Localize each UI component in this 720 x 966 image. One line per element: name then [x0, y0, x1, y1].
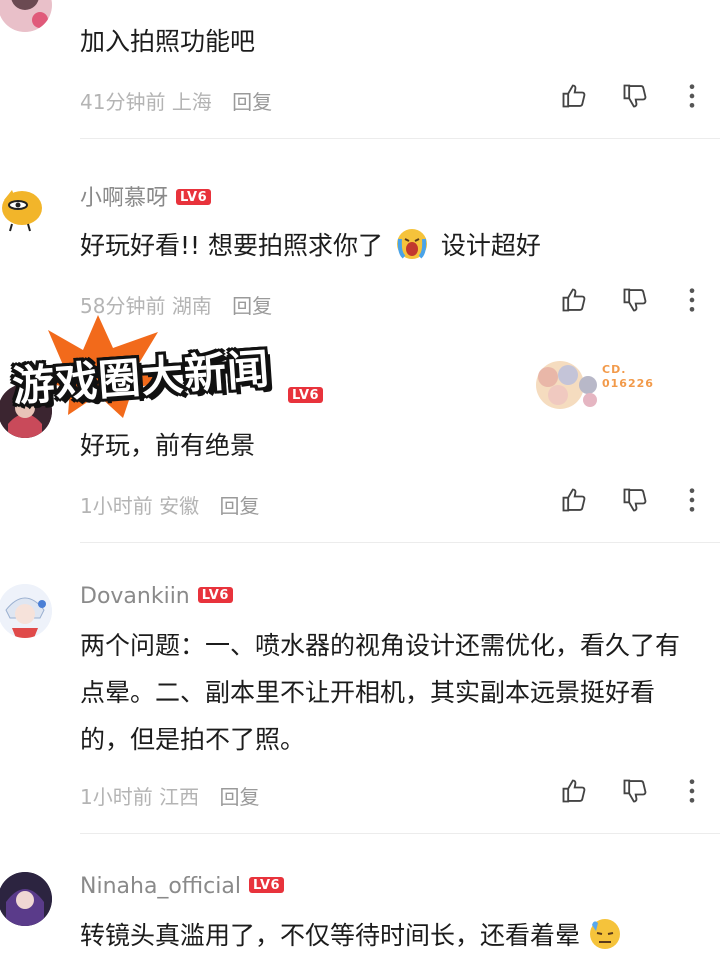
thumbs-up-icon[interactable]	[560, 82, 592, 114]
sweat-face-emoji-icon	[588, 917, 622, 951]
level-badge: LV6	[197, 587, 233, 603]
avatar[interactable]	[0, 0, 52, 32]
avatar[interactable]	[0, 584, 52, 638]
username[interactable]: Dovankiin LV6	[80, 584, 233, 609]
username-text: Dovankiin	[80, 584, 190, 609]
comment-text-part: 设计超好	[440, 231, 541, 260]
comment-text: 加入拍照功能吧	[80, 27, 256, 56]
comment-meta: 41分钟前 上海 回复	[80, 86, 272, 115]
username[interactable]: 小啊慕呀 LV6	[80, 180, 212, 212]
thumbs-down-icon[interactable]	[621, 486, 653, 518]
comment-text: 好玩，前有绝景	[80, 431, 256, 460]
more-vertical-icon[interactable]	[678, 486, 710, 518]
username[interactable]: Ninaha_official LV6	[80, 874, 285, 899]
comment-location: 江西	[159, 785, 200, 809]
comment-time: 1小时前	[80, 494, 153, 518]
reply-button[interactable]: 回复	[219, 494, 259, 518]
comment-text: 转镜头真滥用了，不仅等待时间长，还看着晕	[80, 912, 700, 959]
reply-button[interactable]: 回复	[232, 90, 272, 114]
comment-location: 上海	[171, 90, 212, 114]
comment-text: 好玩好看!! 想要拍照求你了 设计超好	[80, 222, 700, 269]
divider	[80, 138, 720, 139]
watermark-stamp: CD. 016226	[530, 355, 670, 417]
comment-location: 安徽	[159, 494, 200, 518]
comment-time: 1小时前	[80, 785, 153, 809]
watermark-stamp-code: CD. 016226	[602, 363, 654, 390]
divider	[80, 542, 720, 543]
avatar[interactable]	[0, 872, 52, 926]
reply-button[interactable]: 回复	[219, 785, 259, 809]
level-badge: LV6	[288, 387, 324, 403]
comment-time: 41分钟前	[80, 90, 166, 114]
more-vertical-icon[interactable]	[678, 777, 710, 809]
comment-meta: 1小时前 江西 回复	[80, 781, 259, 810]
more-vertical-icon[interactable]	[678, 82, 710, 114]
crying-face-emoji-icon	[395, 227, 429, 261]
divider	[80, 833, 720, 834]
comment-meta: 1小时前 安徽 回复	[80, 490, 259, 519]
more-vertical-icon[interactable]	[678, 286, 710, 318]
level-badge: LV6	[248, 877, 285, 893]
level-badge: LV6	[176, 189, 212, 205]
thumbs-up-icon[interactable]	[560, 777, 592, 809]
comment-text-part: 转镜头真滥用了，不仅等待时间长，还看着晕	[80, 921, 581, 950]
reply-button[interactable]: 回复	[232, 294, 272, 318]
username-text: 小啊慕呀	[80, 186, 169, 211]
avatar[interactable]	[0, 178, 52, 232]
thumbs-up-icon[interactable]	[560, 286, 592, 318]
thumbs-down-icon[interactable]	[621, 82, 653, 114]
username-text: Ninaha_official	[80, 874, 241, 899]
thumbs-up-icon[interactable]	[560, 486, 592, 518]
thumbs-down-icon[interactable]	[621, 777, 653, 809]
comment-text-part: 好玩好看!! 想要拍照求你了	[80, 231, 383, 260]
username[interactable]: LV6	[280, 384, 324, 409]
comment-text: 两个问题：一、喷水器的视角设计还需优化，看久了有点晕。二、副本里不让开相机，其实…	[80, 631, 681, 754]
thumbs-down-icon[interactable]	[621, 286, 653, 318]
